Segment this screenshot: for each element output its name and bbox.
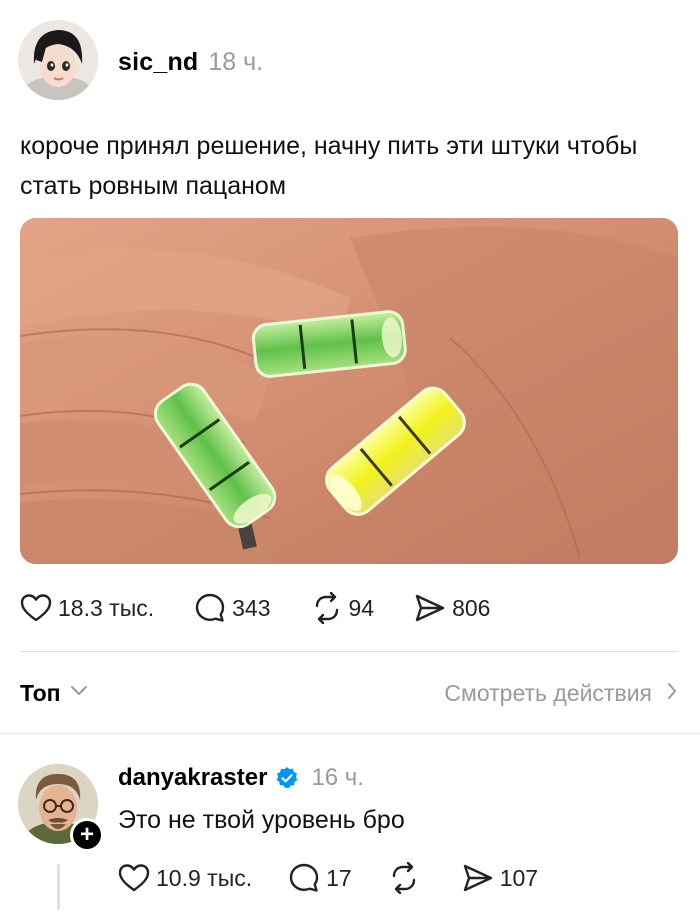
sort-dropdown[interactable]: Топ <box>20 680 89 707</box>
reply-text: Это не твой уровень бро <box>118 806 405 834</box>
reply-like-count: 10.9 тыс. <box>156 864 253 891</box>
reply-actions: 10.9 тыс. 17 107 <box>118 858 574 898</box>
reply-item: + danyakraster 16 ч. Это не твой уровень… <box>0 740 700 924</box>
send-icon <box>462 863 494 893</box>
reply-like-button[interactable]: 10.9 тыс. <box>118 863 252 893</box>
comment-button[interactable]: 343 <box>194 592 271 624</box>
reply-comment-count: 17 <box>326 864 352 891</box>
heart-icon <box>118 863 150 893</box>
heart-icon <box>20 593 52 623</box>
like-count: 18.3 тыс. <box>58 594 155 621</box>
reply-timestamp: 16 ч. <box>311 764 364 791</box>
repost-icon <box>388 862 420 894</box>
post-header: sic_nd 18 ч. <box>118 48 263 77</box>
author-username[interactable]: sic_nd <box>118 48 198 77</box>
follow-button[interactable]: + <box>70 818 104 852</box>
comment-icon <box>288 862 320 894</box>
share-count: 806 <box>452 594 491 621</box>
actions-divider <box>20 651 678 652</box>
chevron-down-icon <box>69 684 89 703</box>
reply-header: danyakraster 16 ч. <box>118 764 364 792</box>
reply-share-count: 107 <box>499 864 539 891</box>
view-activity-label: Смотреть действия <box>444 679 652 706</box>
reply-share-button[interactable]: 107 <box>462 863 538 893</box>
post-image[interactable] <box>20 218 678 564</box>
comment-icon <box>194 592 226 624</box>
reply-author-username[interactable]: danyakraster <box>118 764 267 792</box>
sort-label: Топ <box>20 679 61 706</box>
author-avatar[interactable] <box>18 20 98 100</box>
verified-badge-icon <box>275 766 299 790</box>
share-button[interactable]: 806 <box>414 593 490 623</box>
section-divider <box>0 733 700 734</box>
repost-icon <box>311 592 343 624</box>
reply-repost-button[interactable] <box>388 862 426 894</box>
repost-count: 94 <box>348 594 375 621</box>
thread-line <box>57 864 60 910</box>
sort-bar: Топ Смотреть действия <box>20 676 678 710</box>
post-text: короче принял решение, начну пить эти шт… <box>20 132 638 200</box>
comment-count: 343 <box>232 594 271 621</box>
like-button[interactable]: 18.3 тыс. <box>20 593 154 623</box>
post-actions: 18.3 тыс. 343 94 806 <box>20 588 530 628</box>
repost-button[interactable]: 94 <box>311 592 375 624</box>
view-activity-link[interactable]: Смотреть действия <box>444 680 678 707</box>
chevron-right-icon <box>666 681 678 706</box>
post-timestamp: 18 ч. <box>208 48 264 76</box>
reply-comment-button[interactable]: 17 <box>288 862 352 894</box>
send-icon <box>414 593 446 623</box>
